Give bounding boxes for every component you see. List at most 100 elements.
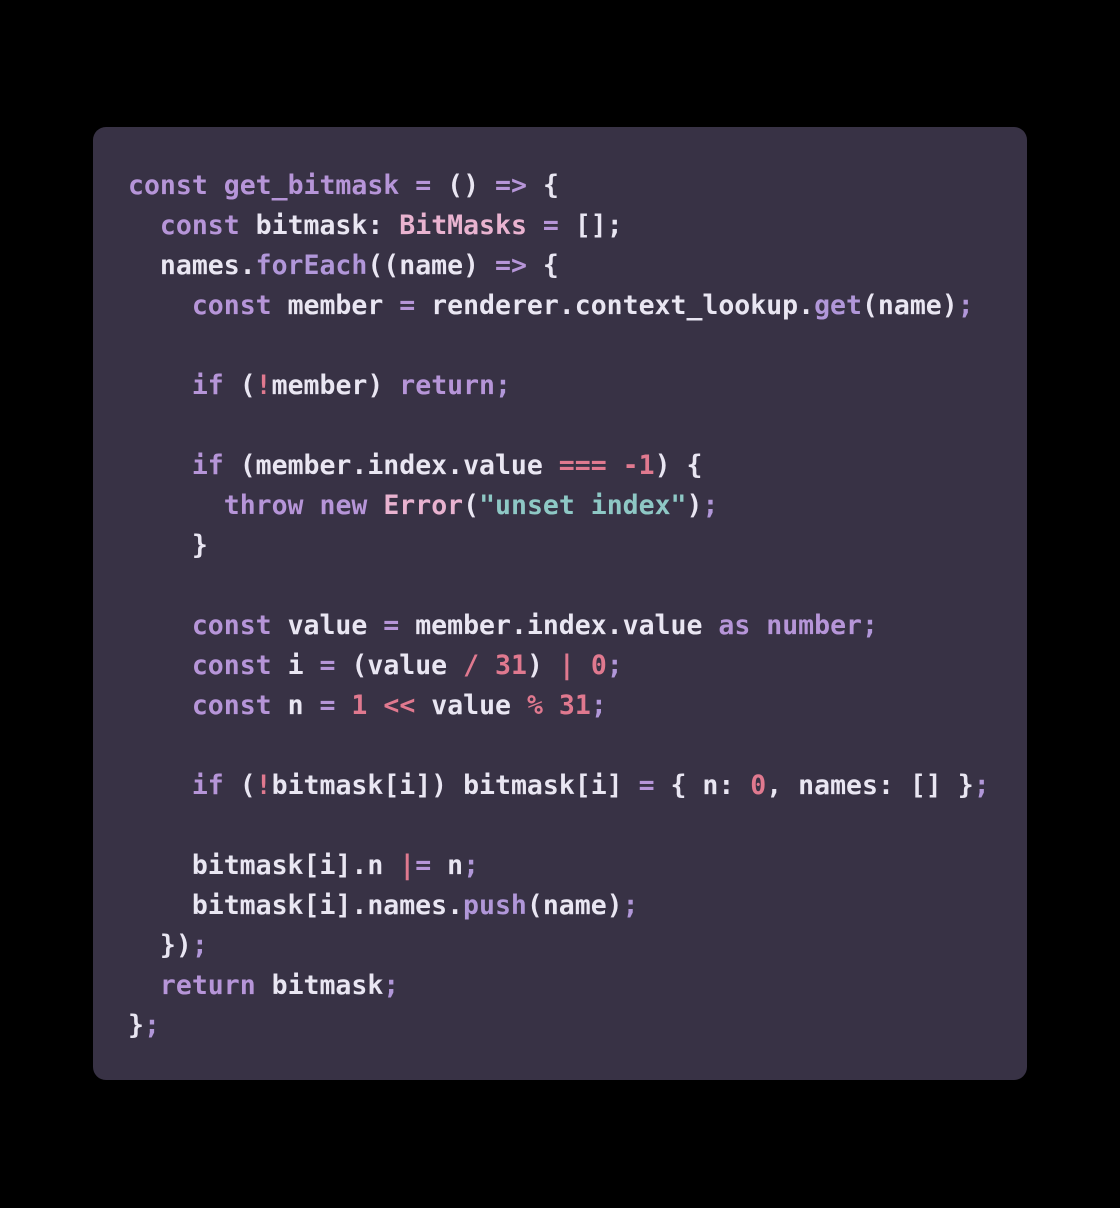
code-token: ! [255,770,272,801]
code-token: = [415,850,432,881]
code-token: member.index.value [399,610,719,641]
code-token: return [159,970,256,1001]
code-token: const [191,650,272,681]
code-line: throw new Error("unset index"); [128,486,1027,526]
code-token: new [319,490,368,521]
code-token: = [415,170,432,201]
code-line: names.forEach((name) => { [128,246,1027,286]
code-token: ; [622,890,639,921]
code-line: const member = renderer.context_lookup.g… [128,286,1027,326]
code-token: ; [495,370,511,401]
code-line: ​ [128,326,1027,366]
code-token: n [271,690,320,721]
code-token: = [542,210,559,241]
code-token: = [399,290,416,321]
code-token: | [558,650,575,681]
code-token: ; [702,490,719,521]
code-token: member) [271,370,400,401]
code-token: (value [335,650,464,681]
code-token: % [526,690,543,721]
code-token: if [191,770,224,801]
code-token: get_bitmask [223,170,400,201]
code-token: (name) [861,290,958,321]
code-token: ( [223,370,256,401]
code-token: } [128,1010,144,1041]
code-line: ​ [128,406,1027,446]
code-token: ) [686,490,703,521]
code-token: BitMasks [399,210,527,241]
code-token: (name) [526,890,623,921]
code-token: 31 [558,690,591,721]
code-token: ; [143,1010,160,1041]
code-token: === [558,450,607,481]
code-token: => [495,170,527,201]
code-token: ; [957,290,974,321]
code-line: return bitmask; [128,966,1027,1006]
code-token: throw [223,490,304,521]
code-token: ; [383,970,400,1001]
code-token: = [319,690,336,721]
code-token: 0 [750,770,767,801]
code-token: ( [223,770,256,801]
code-token: , names: [] } [766,770,974,801]
code-token: names. [128,250,256,281]
code-token: bitmask[i].names. [128,890,464,921]
code-line: bitmask[i].n |= n; [128,846,1027,886]
code-token: ; [861,610,878,641]
code-token: = [383,610,400,641]
code-token: ; [463,850,480,881]
code-token: value [415,690,527,721]
code-token: bitmask [239,210,368,241]
code-token: = [319,650,336,681]
code-token: 31 [495,650,527,681]
code-token: value [271,610,384,641]
code-line: }); [128,926,1027,966]
code-token: ; [191,930,208,961]
code-line: if (!member) return; [128,366,1027,406]
code-token: -1 [622,450,655,481]
code-token: if [191,450,224,481]
code-token: bitmask[i].n [128,850,400,881]
code-token: "unset index" [479,490,687,521]
code-line: const n = 1 << value % 31; [128,686,1027,726]
code-token: ; [590,690,607,721]
code-token: 0 [590,650,607,681]
code-line: const bitmask: BitMasks = []; [128,206,1027,246]
code-token: ) [526,650,559,681]
code-line: const value = member.index.value as numb… [128,606,1027,646]
code-block[interactable]: const get_bitmask = () => { const bitmas… [128,166,1027,1046]
code-line: }; [128,1006,1027,1046]
code-token: 1 [351,690,368,721]
code-token: { [542,170,559,201]
code-token: } [128,530,208,561]
code-token: { n: [654,770,751,801]
code-token: bitmask [255,970,384,1001]
code-token: push [463,890,527,921]
code-token: bitmask[i]) bitmask[i] [271,770,639,801]
code-line: ​ [128,726,1027,766]
code-token: => [494,250,527,281]
code-line: const i = (value / 31) | 0; [128,646,1027,686]
code-token: const [191,690,272,721]
code-token: / [463,650,480,681]
code-line: const get_bitmask = () => { [128,166,1027,206]
code-token: | [399,850,416,881]
screenshot-root: const get_bitmask = () => { const bitmas… [0,0,1120,1208]
code-token: const [191,610,272,641]
